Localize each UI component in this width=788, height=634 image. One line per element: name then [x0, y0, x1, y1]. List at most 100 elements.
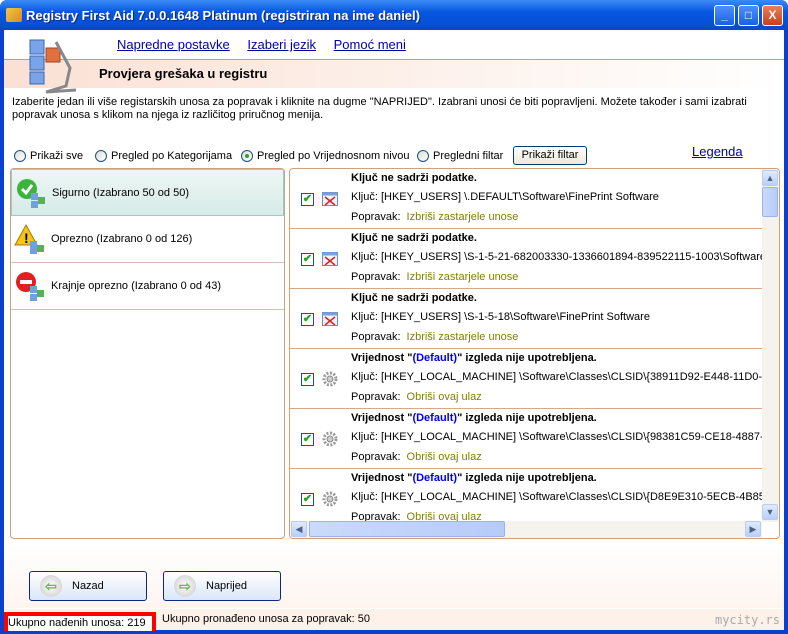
gear-icon: [322, 491, 338, 507]
broken-key-icon: [322, 192, 338, 206]
radio-filter-view[interactable]: Pregledni filtar: [417, 150, 503, 162]
title-bar[interactable]: Registry First Aid 7.0.0.1648 Platinum (…: [0, 0, 788, 30]
maximize-button[interactable]: □: [738, 5, 759, 26]
category-extreme-caution[interactable]: Krajnje oprezno (Izabrano 0 od 43): [11, 263, 284, 310]
entry-row[interactable]: ✔ Ključ ne sadrži podatke. Ključ: [HKEY_U…: [290, 289, 762, 349]
title-text: " izgleda nije upotrebljena.: [457, 472, 597, 484]
radio-label: Prikaži sve: [30, 150, 84, 162]
show-filter-button[interactable]: Prikaži filtar: [513, 146, 587, 165]
radio-button[interactable]: [95, 150, 107, 162]
stop-icon: [16, 272, 44, 301]
radio-by-category[interactable]: Pregled po Kategorijama: [95, 150, 232, 162]
page-title: Provjera grešaka u registru: [99, 66, 268, 81]
top-menu: Napredne postavke Izaberi jezik Pomoć me…: [117, 37, 420, 52]
fix-action[interactable]: Izbriši zastarjele unose: [407, 271, 519, 283]
fix-action[interactable]: Izbriši zastarjele unose: [407, 331, 519, 343]
entry-row[interactable]: ✔ Ključ ne sadrži podatke. Ključ: [HKEY_U…: [290, 229, 762, 289]
scroll-up-button[interactable]: ▲: [762, 170, 778, 186]
fix-action[interactable]: Obriši ovaj ulaz: [407, 451, 482, 463]
category-safe[interactable]: Sigurno (Izabrano 50 od 50): [11, 169, 284, 216]
view-filter-bar: Prikaži sve Pregled po Kategorijama Preg…: [14, 144, 780, 168]
radio-show-all[interactable]: Prikaži sve: [14, 150, 83, 162]
entry-fix: Popravak: Izbriši zastarjele unose: [351, 271, 518, 283]
entry-fix: Popravak: Obriši ovaj ulaz: [351, 391, 482, 403]
advanced-settings-link[interactable]: Napredne postavke: [117, 37, 230, 52]
category-list: Sigurno (Izabrano 50 od 50) ! Oprezno (I…: [10, 168, 285, 539]
entry-key: Ključ: [HKEY_LOCAL_MACHINE] \Software\Cl…: [351, 491, 762, 503]
radio-by-value-level[interactable]: Pregled po Vrijednosnom nivou: [241, 150, 409, 162]
entry-row[interactable]: ✔ Vrijednost "(Default)" izgleda nije upo…: [290, 409, 762, 469]
entry-checkbox[interactable]: ✔: [301, 313, 314, 326]
fix-action[interactable]: Obriši ovaj ulaz: [407, 391, 482, 403]
app-icon: [6, 8, 22, 22]
entry-checkbox[interactable]: ✔: [301, 193, 314, 206]
arrow-right-icon: ⇨: [174, 575, 196, 597]
entry-checkbox[interactable]: ✔: [301, 253, 314, 266]
fix-label: Popravak:: [351, 391, 401, 403]
close-button[interactable]: X: [762, 5, 783, 26]
client-area: Provjera grešaka u registru Napredne pos…: [4, 30, 784, 631]
entry-key: Ključ: [HKEY_USERS] \.DEFAULT\Software\F…: [351, 191, 659, 203]
vertical-scroll-thumb[interactable]: [762, 187, 778, 217]
next-label: Naprijed: [206, 580, 247, 592]
warning-icon: !: [14, 223, 44, 254]
vertical-scrollbar[interactable]: ▲ ▼: [762, 169, 779, 522]
radio-label: Pregled po Kategorijama: [111, 150, 233, 162]
safe-check-icon: [17, 178, 45, 208]
entry-title: Ključ ne sadrži podatke.: [351, 292, 477, 304]
radio-button[interactable]: [241, 150, 253, 162]
horizontal-scroll-thumb[interactable]: [309, 521, 505, 537]
status-total-fix: Ukupno pronađeno unosa za popravak: 50: [162, 613, 370, 625]
category-caution[interactable]: ! Oprezno (Izabrano 0 od 126): [11, 216, 284, 263]
entry-title: Vrijednost "(Default)" izgleda nije upot…: [351, 352, 597, 364]
status-total-found: Ukupno nađenih unosa: 219: [4, 612, 156, 631]
title-text: Vrijednost ": [351, 412, 413, 424]
fix-label: Popravak:: [351, 331, 401, 343]
watermark: mycity.rs: [714, 613, 780, 627]
scroll-left-button[interactable]: ◀: [291, 521, 307, 537]
horizontal-scrollbar[interactable]: ◀ ▶: [290, 521, 762, 538]
instructions-text: Izaberite jedan ili više registarskih un…: [12, 96, 747, 121]
legend-link[interactable]: Legenda: [692, 144, 743, 159]
radio-button[interactable]: [417, 150, 429, 162]
status-bar: Ukupno nađenih unosa: 219 Ukupno pronađe…: [4, 608, 784, 631]
entry-title: Ključ ne sadrži podatke.: [351, 172, 477, 184]
scroll-right-button[interactable]: ▶: [745, 521, 761, 537]
fix-action[interactable]: Izbriši zastarjele unose: [407, 211, 519, 223]
entry-row[interactable]: ✔ Vrijednost "(Default)" izgleda nije upo…: [290, 469, 762, 522]
radio-label: Pregled po Vrijednosnom nivou: [257, 150, 410, 162]
entry-checkbox[interactable]: ✔: [301, 433, 314, 446]
default-value: (Default): [412, 352, 458, 364]
entry-checkbox[interactable]: ✔: [301, 493, 314, 506]
entries-panel: ✔ Ključ ne sadrži podatke. Ključ: [HKEY_U…: [289, 168, 780, 539]
title-text: Vrijednost ": [351, 472, 413, 484]
choose-language-link[interactable]: Izaberi jezik: [247, 37, 316, 52]
entry-fix: Popravak: Izbriši zastarjele unose: [351, 211, 518, 223]
app-window: Registry First Aid 7.0.0.1648 Platinum (…: [0, 0, 788, 634]
category-label: Sigurno (Izabrano 50 od 50): [52, 186, 189, 199]
back-button[interactable]: ⇦ Nazad: [29, 571, 147, 601]
header-band: Provjera grešaka u registru: [4, 59, 784, 88]
entry-row[interactable]: ✔ Vrijednost "(Default)" izgleda nije upo…: [290, 349, 762, 409]
entry-title: Vrijednost "(Default)" izgleda nije upot…: [351, 472, 597, 484]
minimize-button[interactable]: _: [714, 5, 735, 26]
next-button[interactable]: ⇨ Naprijed: [163, 571, 281, 601]
back-label: Nazad: [72, 580, 104, 592]
radio-label: Pregledni filtar: [433, 150, 504, 162]
title-text: " izgleda nije upotrebljena.: [457, 352, 597, 364]
entry-key: Ključ: [HKEY_USERS] \S-1-5-21-682003330-…: [351, 251, 762, 263]
scroll-down-button[interactable]: ▼: [762, 504, 778, 520]
default-value: (Default): [412, 412, 458, 424]
fix-label: Popravak:: [351, 271, 401, 283]
entries-list: ✔ Ključ ne sadrži podatke. Ključ: [HKEY_U…: [290, 169, 762, 522]
window-title: Registry First Aid 7.0.0.1648 Platinum (…: [26, 8, 420, 23]
entry-row[interactable]: ✔ Ključ ne sadrži podatke. Ključ: [HKEY_U…: [290, 169, 762, 229]
fix-label: Popravak:: [351, 451, 401, 463]
help-menu-link[interactable]: Pomoć meni: [334, 37, 406, 52]
radio-button[interactable]: [14, 150, 26, 162]
entry-checkbox[interactable]: ✔: [301, 373, 314, 386]
default-value: (Default): [412, 472, 458, 484]
title-text: Vrijednost ": [351, 352, 413, 364]
category-label: Oprezno (Izabrano 0 od 126): [51, 233, 193, 245]
fix-label: Popravak:: [351, 211, 401, 223]
